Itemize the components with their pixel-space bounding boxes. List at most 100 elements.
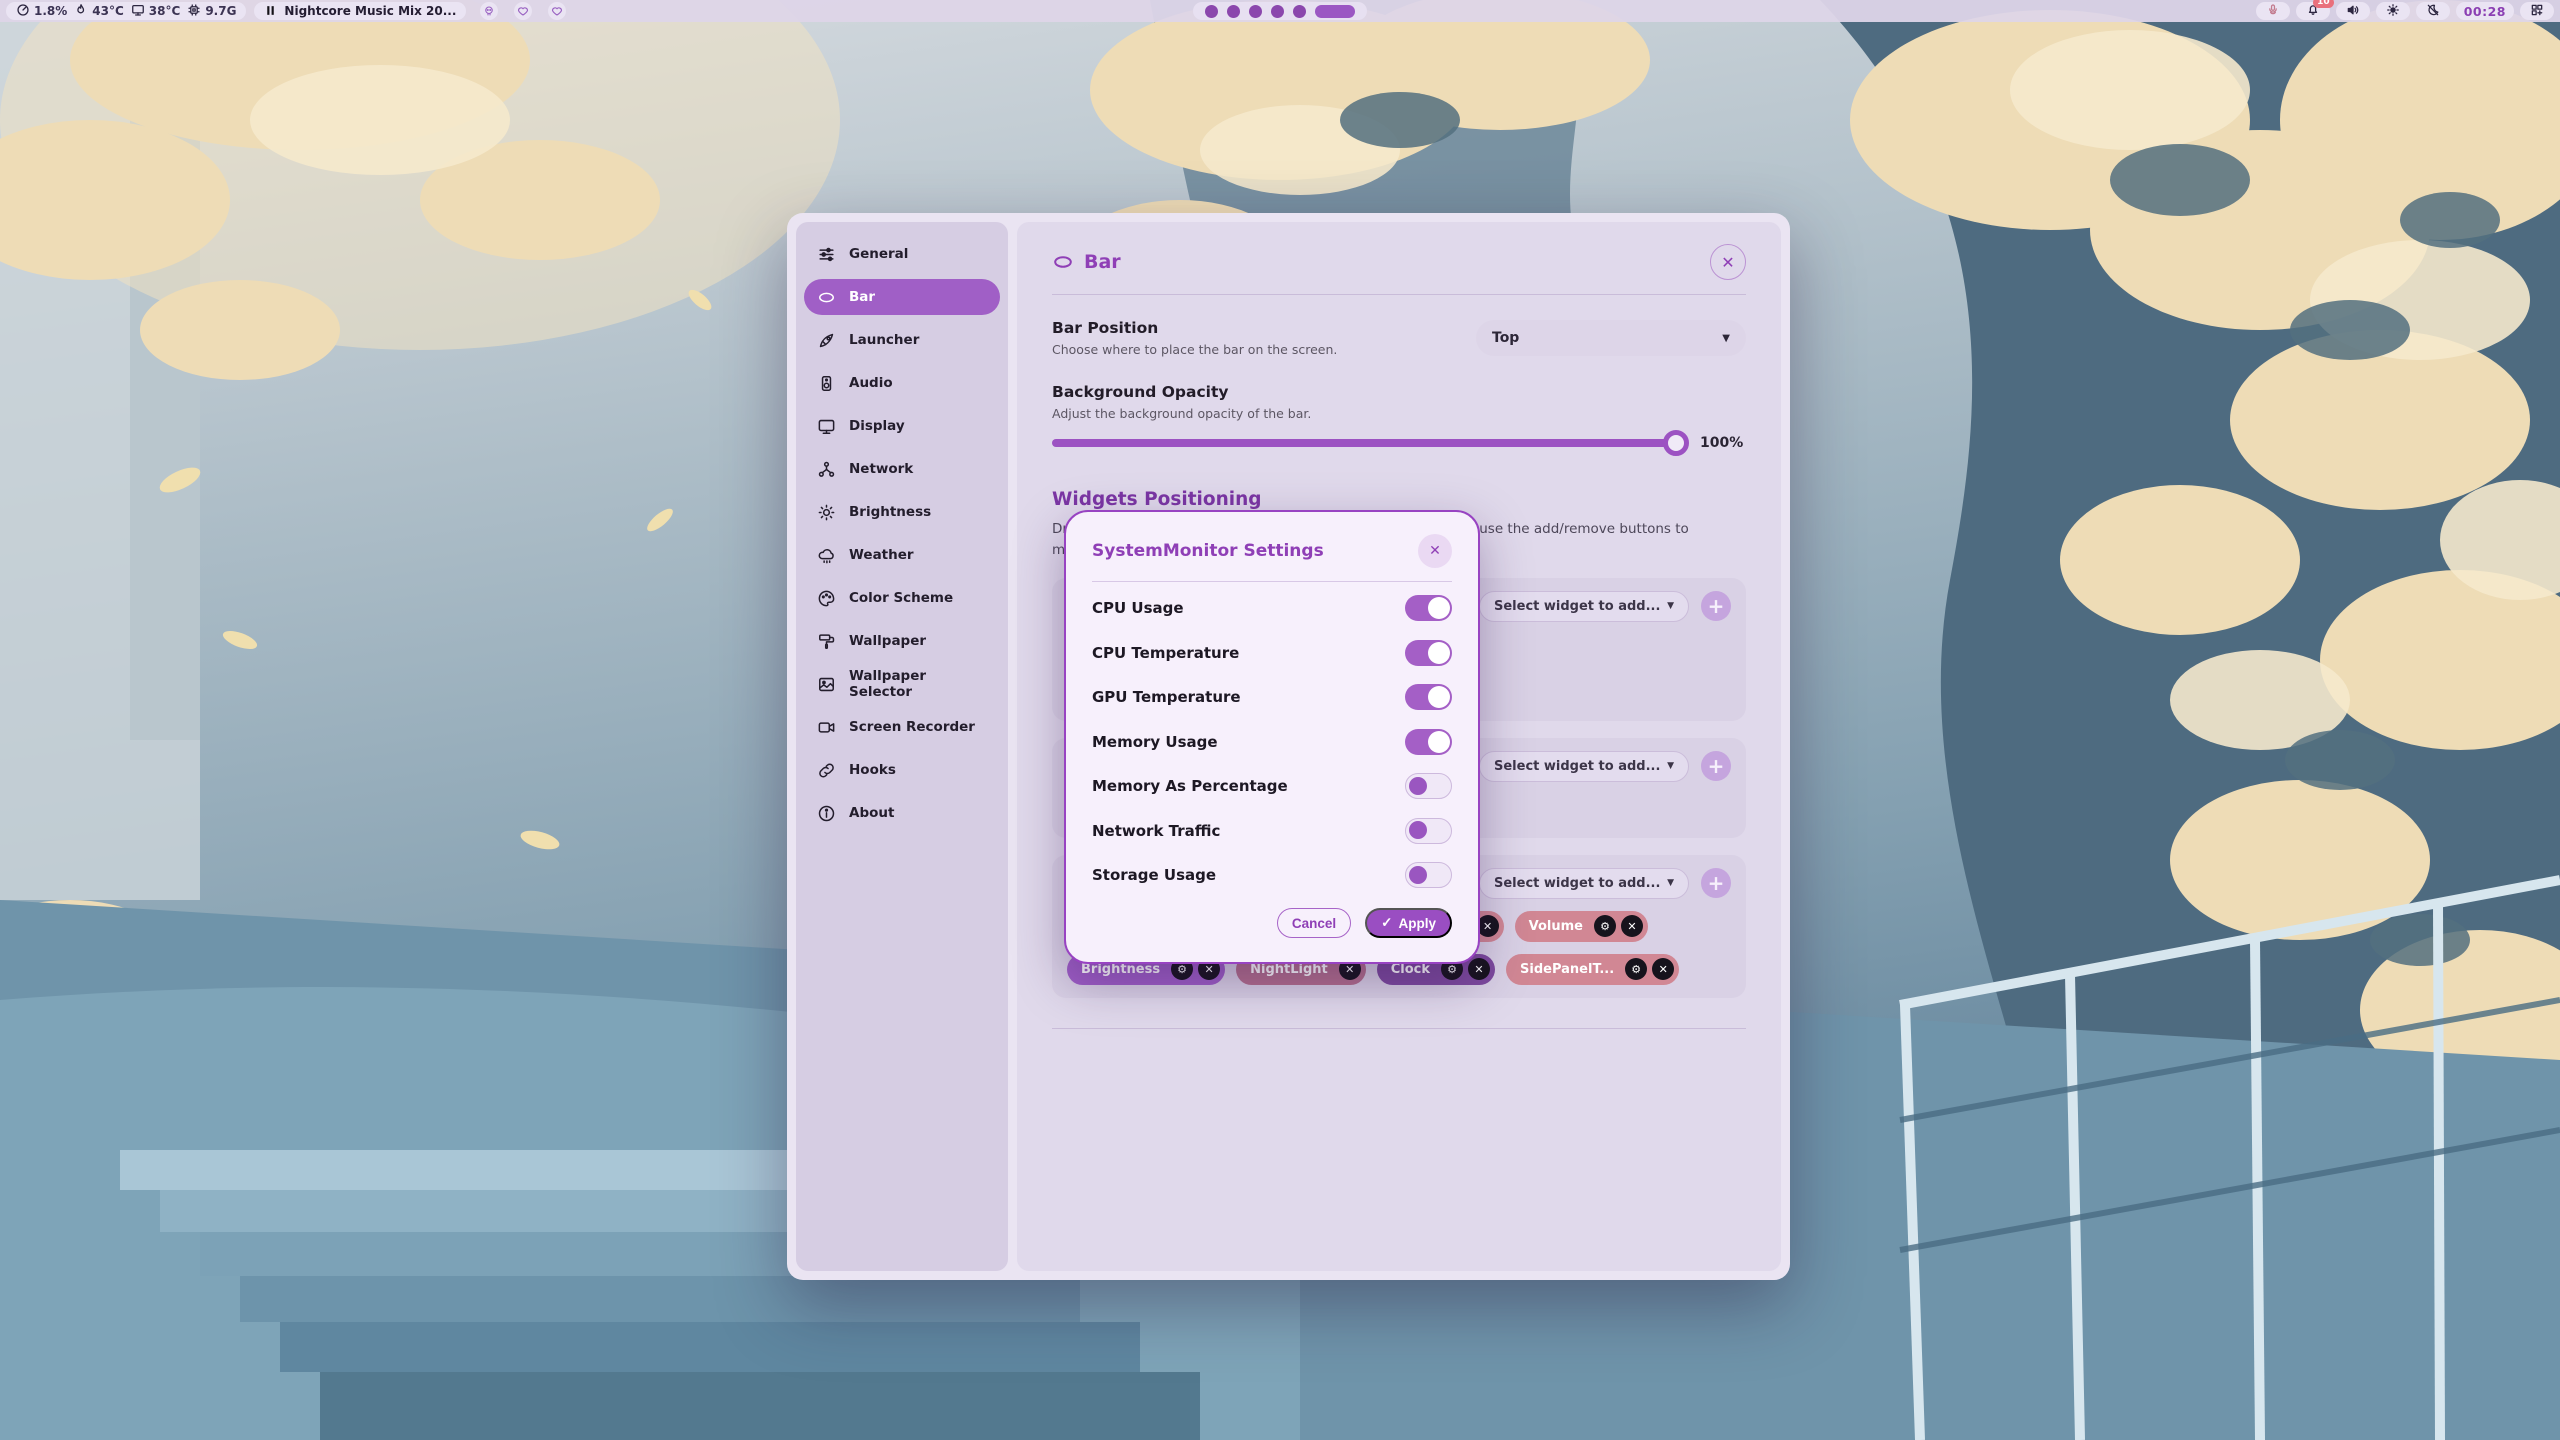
page-header: Bar ✕ <box>1052 244 1746 280</box>
sidebar-item-brightness[interactable]: Brightness <box>804 494 1000 530</box>
window-close-button[interactable]: ✕ <box>1710 244 1746 280</box>
sidebar-item-hooks[interactable]: Hooks <box>804 752 1000 788</box>
workspaces-module[interactable] <box>1193 2 1367 20</box>
add-widget-dropdown[interactable]: Select widget to add... ▼ <box>1479 751 1689 782</box>
opacity-slider-row: 100% <box>1052 435 1746 451</box>
stat-value: 43°C <box>92 4 124 18</box>
background-opacity-block: Background Opacity Adjust the background… <box>1052 383 1746 451</box>
chip-remove-button[interactable]: ✕ <box>1468 958 1490 980</box>
sidebar-item-bar[interactable]: Bar <box>804 279 1000 315</box>
close-icon: ✕ <box>1345 963 1354 976</box>
stat-item: 38°C <box>131 3 181 20</box>
chevron-down-icon: ▼ <box>1667 601 1674 611</box>
bar-position-value: Top <box>1492 330 1519 346</box>
toggle-knob <box>1409 821 1427 839</box>
workspace-dot[interactable] <box>1293 5 1306 18</box>
rocket-icon <box>817 331 836 350</box>
volume-button[interactable] <box>2336 2 2370 20</box>
sidebar-item-display[interactable]: Display <box>804 408 1000 444</box>
add-widget-dropdown[interactable]: Select widget to add...▼ <box>1479 868 1689 899</box>
chevron-down-icon: ▼ <box>1667 878 1674 888</box>
video-icon <box>817 718 836 737</box>
night-light-button[interactable] <box>2416 2 2450 20</box>
workspace-dot[interactable] <box>1205 5 1218 18</box>
sidebar-item-label: Bar <box>849 289 875 305</box>
sidebar-item-wallpaper[interactable]: Wallpaper <box>804 623 1000 659</box>
toggle-switch[interactable] <box>1405 729 1452 755</box>
opacity-slider-knob[interactable] <box>1663 430 1689 456</box>
sidebar-item-audio[interactable]: Audio <box>804 365 1000 401</box>
system-stats-module[interactable]: 1.8%43°C38°C9.7G <box>6 2 246 20</box>
close-icon: ✕ <box>1627 920 1636 933</box>
toggle-label: Memory Usage <box>1092 733 1218 751</box>
audio-icon <box>817 374 836 393</box>
widgets-positioning-title: Widgets Positioning <box>1052 489 1746 510</box>
sun-icon <box>2386 2 2400 21</box>
opacity-slider[interactable] <box>1052 439 1687 447</box>
gauge-icon <box>16 3 30 20</box>
tray-app-button[interactable] <box>2256 2 2290 20</box>
sidebar-item-about[interactable]: About <box>804 795 1000 831</box>
sidebar-item-wallpaper-selector[interactable]: Wallpaper Selector <box>804 666 1000 702</box>
heart-button[interactable] <box>514 2 532 20</box>
oval-icon <box>817 288 836 307</box>
sidebar-item-network[interactable]: Network <box>804 451 1000 487</box>
workspace-dot[interactable] <box>1227 5 1240 18</box>
stat-value: 9.7G <box>205 4 236 18</box>
notifications-button[interactable]: 10 <box>2296 2 2330 20</box>
workspace-dot[interactable] <box>1271 5 1284 18</box>
cancel-button[interactable]: Cancel <box>1277 908 1351 938</box>
background-opacity-description: Adjust the background opacity of the bar… <box>1052 406 1746 421</box>
close-icon: ✕ <box>1659 963 1668 976</box>
add-widget-button[interactable]: + <box>1701 868 1731 898</box>
skull-button[interactable] <box>480 2 498 20</box>
chip-settings-button[interactable]: ⚙ <box>1594 915 1616 937</box>
add-widget-placeholder: Select widget to add... <box>1494 759 1660 774</box>
add-widget-button[interactable]: + <box>1701 591 1731 621</box>
systemmonitor-settings-modal: SystemMonitor Settings ✕ CPU Usage CPU T… <box>1064 510 1480 964</box>
clock-module[interactable]: 00:28 <box>2456 2 2514 20</box>
sidebar-item-color-scheme[interactable]: Color Scheme <box>804 580 1000 616</box>
sidebar-item-label: Screen Recorder <box>849 719 975 735</box>
sidebar-item-label: Color Scheme <box>849 590 953 606</box>
clock-text: 00:28 <box>2464 4 2506 19</box>
media-player-module[interactable]: Nightcore Music Mix 20... <box>254 2 466 20</box>
gear-icon: ⚙ <box>1600 920 1610 933</box>
chip-settings-button[interactable]: ⚙ <box>1625 958 1647 980</box>
sidebar-item-launcher[interactable]: Launcher <box>804 322 1000 358</box>
toggle-switch[interactable] <box>1405 684 1452 710</box>
chip-remove-button[interactable]: ✕ <box>1652 958 1674 980</box>
modal-divider <box>1092 581 1452 582</box>
add-widget-button[interactable]: + <box>1701 751 1731 781</box>
sidebar-item-label: Weather <box>849 547 914 563</box>
bar-position-dropdown[interactable]: Top ▼ <box>1476 320 1746 356</box>
chevron-down-icon: ▼ <box>1667 761 1674 771</box>
sidebar-item-weather[interactable]: Weather <box>804 537 1000 573</box>
toggle-row-cpu-temperature: CPU Temperature <box>1092 631 1452 676</box>
stat-item: 9.7G <box>187 3 236 20</box>
apply-button[interactable]: ✓Apply <box>1365 908 1452 938</box>
toggle-switch[interactable] <box>1405 773 1452 799</box>
grid-plus-icon <box>2530 2 2544 21</box>
toggle-switch[interactable] <box>1405 818 1452 844</box>
widget-chip-volume[interactable]: Volume⚙✕ <box>1515 911 1648 942</box>
modal-close-button[interactable]: ✕ <box>1418 534 1452 568</box>
overview-button[interactable] <box>2520 2 2554 20</box>
widget-chip-sidepanelt[interactable]: SidePanelT...⚙✕ <box>1506 954 1679 985</box>
sidebar-item-general[interactable]: General <box>804 236 1000 272</box>
workspace-dot[interactable] <box>1249 5 1262 18</box>
toggle-row-cpu-usage: CPU Usage <box>1092 586 1452 631</box>
sidebar-item-label: General <box>849 246 908 262</box>
toggle-switch[interactable] <box>1405 640 1452 666</box>
toggle-label: Storage Usage <box>1092 866 1216 884</box>
workspace-active-indicator[interactable] <box>1315 5 1355 18</box>
gear-icon: ⚙ <box>1447 963 1457 976</box>
chip-label: Brightness <box>1081 962 1166 977</box>
toggle-switch[interactable] <box>1405 595 1452 621</box>
chip-remove-button[interactable]: ✕ <box>1621 915 1643 937</box>
add-widget-dropdown[interactable]: Select widget to add...▼ <box>1479 591 1689 622</box>
heart-button[interactable] <box>548 2 566 20</box>
brightness-button[interactable] <box>2376 2 2410 20</box>
toggle-switch[interactable] <box>1405 862 1452 888</box>
sidebar-item-screen-recorder[interactable]: Screen Recorder <box>804 709 1000 745</box>
